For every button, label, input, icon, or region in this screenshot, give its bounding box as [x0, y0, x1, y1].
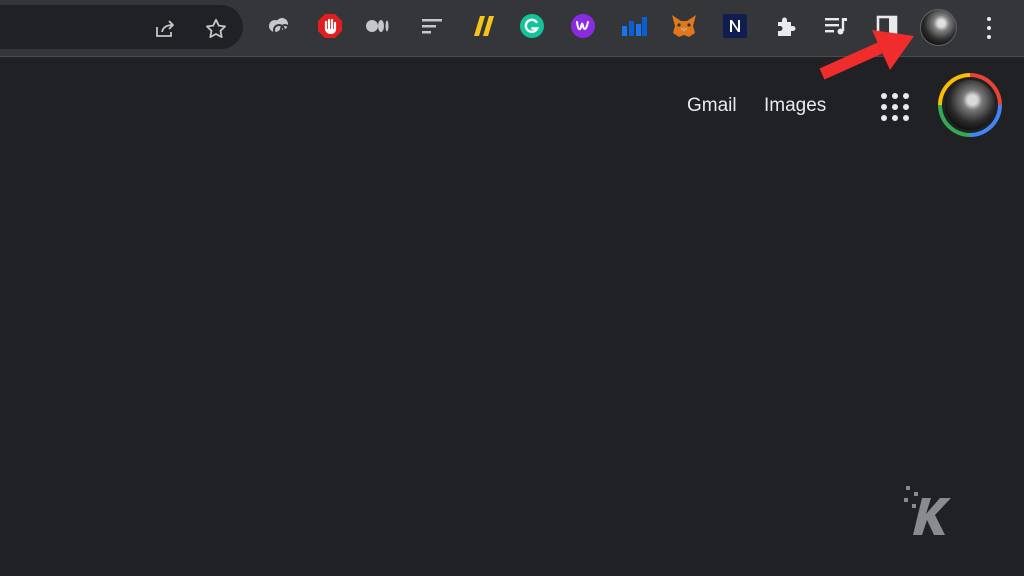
profile-avatar-icon[interactable]	[920, 9, 957, 46]
grammarly-extension-icon[interactable]	[518, 12, 546, 40]
apps-dot	[903, 104, 909, 110]
ad-blocker-hand-extension-icon[interactable]	[316, 12, 344, 40]
medium-extension-icon[interactable]	[366, 12, 394, 40]
knowtechie-watermark-logo	[904, 486, 951, 535]
notion-n-extension-icon[interactable]	[721, 12, 749, 40]
address-bar[interactable]	[0, 5, 243, 49]
avatar-ring-gap	[942, 77, 998, 133]
apps-dot	[892, 104, 898, 110]
apps-dot	[892, 93, 898, 99]
puzzle-extensions-icon[interactable]	[772, 12, 800, 40]
wordtune-extension-icon[interactable]	[569, 12, 597, 40]
apps-dot	[903, 115, 909, 121]
google-account-avatar[interactable]	[938, 73, 1002, 137]
menu-dot	[987, 35, 991, 39]
menu-dot	[987, 26, 991, 30]
avatar-photo	[945, 80, 995, 130]
apps-dot	[903, 93, 909, 99]
google-apps-grid-icon[interactable]	[878, 90, 912, 124]
share-icon[interactable]	[153, 17, 175, 39]
apps-dot	[892, 115, 898, 121]
annotation-arrow-icon	[819, 30, 914, 80]
reader-lines-extension-icon[interactable]	[418, 12, 446, 40]
apps-dot	[881, 93, 887, 99]
bookmark-star-icon[interactable]	[204, 17, 226, 39]
gmail-link[interactable]: Gmail	[687, 95, 737, 117]
apps-dot	[881, 115, 887, 121]
images-link[interactable]: Images	[764, 95, 826, 117]
kebab-menu-icon[interactable]	[978, 13, 1000, 43]
metamask-fox-extension-icon[interactable]	[670, 12, 698, 40]
cloud-link-extension-icon[interactable]	[265, 12, 293, 40]
bar-chart-extension-icon[interactable]	[620, 12, 648, 40]
apps-dot	[881, 104, 887, 110]
menu-dot	[987, 17, 991, 21]
slash-yellow-extension-icon[interactable]	[468, 12, 496, 40]
